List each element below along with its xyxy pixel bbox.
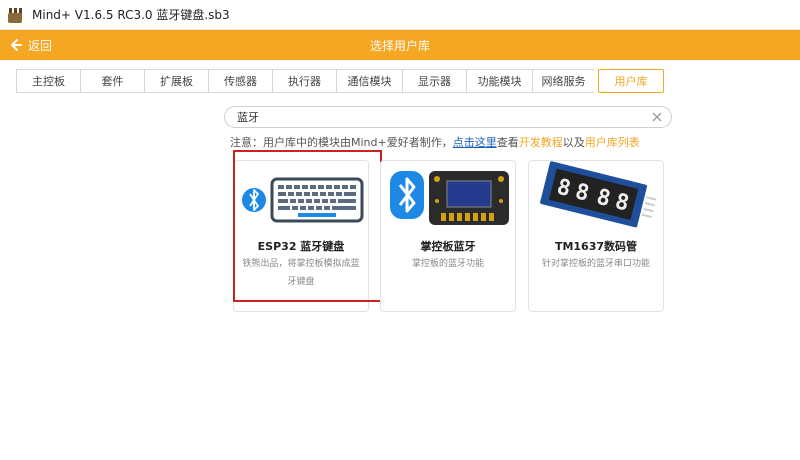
back-label: 返回	[28, 38, 53, 53]
clear-search-button[interactable]	[649, 109, 665, 125]
tab-label: 网络服务	[541, 75, 586, 88]
search-value[interactable]: 蓝牙	[237, 109, 649, 125]
tab-label: 传感器	[224, 75, 257, 88]
search-input[interactable]: 蓝牙	[224, 106, 672, 128]
notice-mid2: 以及	[562, 136, 585, 149]
library-card-tm1637[interactable]: 8888 TM1637数码管 针对掌控板的蓝牙串口功能	[528, 160, 664, 312]
tab-label: 显示器	[418, 75, 451, 88]
tab-label: 套件	[101, 75, 124, 88]
seven-segment-display-icon: 8888	[540, 161, 657, 228]
tab-communication[interactable]: 通信模块	[336, 69, 402, 93]
tab-label: 通信模块	[347, 75, 392, 88]
library-header: 返回 选择用户库	[0, 30, 800, 60]
tab-expansion-board[interactable]: 扩展板	[144, 69, 208, 93]
window-title: Mind+ V1.6.5 RC3.0 蓝牙键盘.sb3	[32, 8, 230, 22]
tab-mainboard[interactable]: 主控板	[16, 69, 80, 93]
user-library-list-link[interactable]: 用户库列表	[585, 136, 640, 149]
tab-actuator[interactable]: 执行器	[272, 69, 336, 93]
board-bluetooth-icon	[390, 171, 509, 225]
category-tabs: 主控板 套件 扩展板 传感器 执行器 通信模块 显示器 功能模块 网络服务 用户…	[16, 69, 664, 93]
tab-user-library[interactable]: 用户库	[598, 69, 664, 93]
tab-label: 功能模块	[477, 75, 522, 88]
selection-highlight-box	[233, 150, 382, 302]
tab-function-module[interactable]: 功能模块	[466, 69, 532, 93]
tab-network-service[interactable]: 网络服务	[532, 69, 594, 93]
notice-mid: 查看	[496, 136, 519, 149]
notice-prefix: 注意：用户库中的模块由Mind+爱好者制作，	[230, 136, 453, 149]
tab-label: 主控板	[32, 75, 65, 88]
card-title: 掌控板蓝牙	[420, 240, 476, 253]
notice-text: 注意：用户库中的模块由Mind+爱好者制作，点击这里查看开发教程以及用户库列表	[230, 134, 640, 150]
tab-display[interactable]: 显示器	[402, 69, 466, 93]
library-card-board-bluetooth[interactable]: 掌控板蓝牙 掌控板的蓝牙功能	[380, 160, 516, 312]
back-button[interactable]: 返回	[10, 37, 52, 54]
tab-label: 用户库	[614, 75, 648, 88]
page-title: 选择用户库	[369, 38, 430, 53]
card-title: TM1637数码管	[554, 240, 638, 253]
click-here-link[interactable]: 点击这里	[453, 136, 497, 149]
tab-kit[interactable]: 套件	[80, 69, 144, 93]
app-logo-icon	[6, 6, 24, 24]
close-icon	[652, 112, 662, 122]
tab-label: 执行器	[288, 75, 321, 88]
dev-tutorial-link[interactable]: 开发教程	[519, 136, 563, 149]
tab-label: 扩展板	[160, 75, 193, 88]
tab-sensor[interactable]: 传感器	[208, 69, 272, 93]
card-description: 掌控板的蓝牙功能	[411, 259, 484, 269]
window-titlebar: Mind+ V1.6.5 RC3.0 蓝牙键盘.sb3	[0, 0, 800, 30]
arrow-left-icon	[11, 39, 22, 51]
card-description: 针对掌控板的蓝牙串口功能	[541, 259, 650, 269]
